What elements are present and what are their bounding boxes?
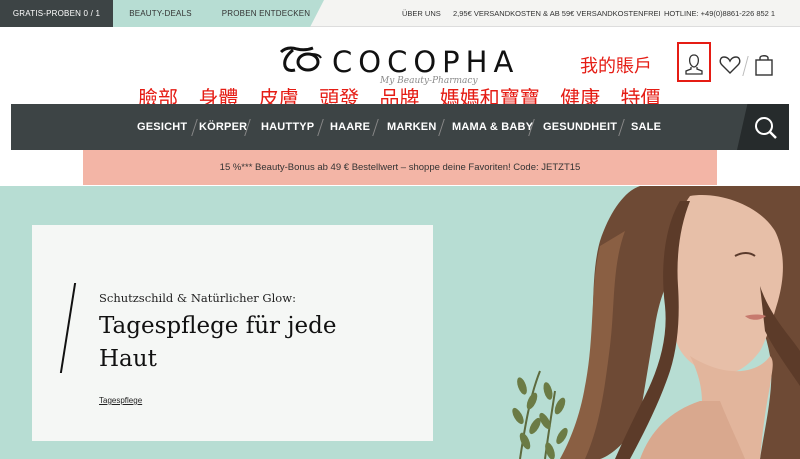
header-divider [742, 56, 749, 76]
shipping-info: 2,95€ VERSANDKOSTEN & AB 59€ VERSANDKOST… [453, 9, 661, 18]
logo-emblem-icon [279, 46, 322, 72]
free-samples-tab[interactable]: GRATIS-PROBEN 0 / 1 [0, 0, 113, 27]
beauty-deals-tab[interactable]: BEAUTY-DEALS [113, 0, 208, 27]
logo-mark[interactable] [275, 44, 325, 74]
hero-link-tagespflege[interactable]: Tagespflege [99, 396, 142, 405]
hotline-info: HOTLINE: +49(0)8861-226 852 1 [664, 9, 776, 18]
nav-gesicht[interactable]: GESICHT [137, 104, 187, 150]
discover-samples-tab[interactable]: PROBEN ENTDECKEN [208, 0, 324, 27]
nav-mama-baby[interactable]: MAMA & BABY [452, 104, 533, 150]
main-navigation: GESICHT KÖRPER HAUTTYP HAARE MARKEN MAMA… [11, 104, 789, 150]
logo-text[interactable]: COCOPHA [332, 45, 519, 79]
user-icon[interactable] [684, 52, 704, 81]
hero-title: Tagespflege für jede Haut [99, 313, 337, 372]
nav-haare[interactable]: HAARE [330, 104, 370, 150]
hero-subtitle: Schutzschild & Natürlicher Glow: [99, 291, 296, 305]
about-us-link[interactable]: ÜBER UNS [402, 0, 441, 27]
top-bar: GRATIS-PROBEN 0 / 1 BEAUTY-DEALS PROBEN … [0, 0, 800, 27]
nav-separator [372, 119, 379, 136]
promo-banner[interactable]: 15 %*** Beauty-Bonus ab 49 € Bestellwert… [83, 150, 717, 185]
account-label: 我的賬戶 [580, 56, 652, 77]
nav-separator [191, 119, 198, 136]
shopping-bag-icon[interactable] [754, 53, 774, 82]
nav-gesundheit[interactable]: GESUNDHEIT [543, 104, 617, 150]
nav-hauttyp[interactable]: HAUTTYP [261, 104, 314, 150]
nav-separator [438, 119, 445, 136]
heart-icon[interactable] [719, 55, 741, 80]
nav-separator [317, 119, 324, 136]
nav-koerper[interactable]: KÖRPER [199, 104, 247, 150]
nav-sale[interactable]: SALE [631, 104, 661, 150]
nav-separator [618, 119, 625, 136]
nav-marken[interactable]: MARKEN [387, 104, 436, 150]
